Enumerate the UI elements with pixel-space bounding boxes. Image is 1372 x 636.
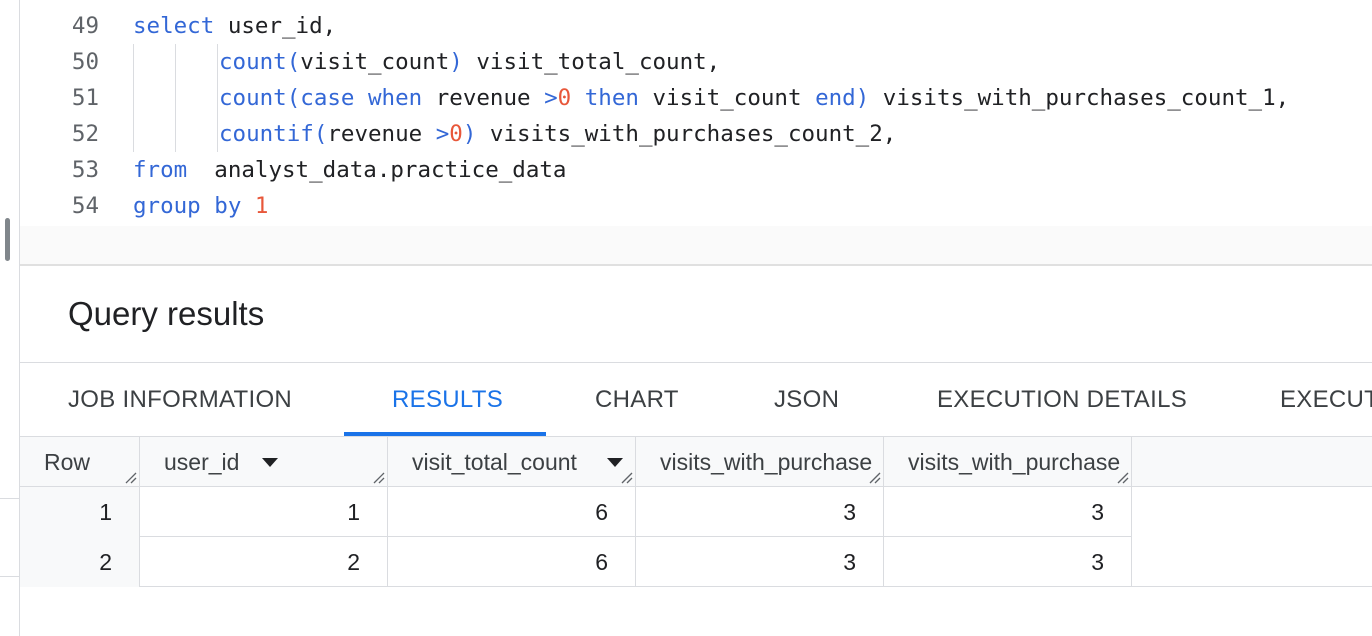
code-line[interactable]: 49 select user_id, [20,8,1372,44]
table-empty-area [1132,437,1372,587]
column-header-row[interactable]: Row [20,437,140,487]
indent-guide [217,80,218,116]
code-text: count(visit_count) visit_total_count, [219,44,720,80]
editor-results-divider[interactable] [20,264,1372,266]
column-header-visit-total-count[interactable]: visit_total_count [388,437,636,487]
table-cell[interactable]: 3 [884,537,1132,587]
code-text: count(case when revenue >0 then visit_co… [219,80,1289,116]
tab-execution-details[interactable]: EXECUTION DETAILS [937,363,1187,436]
left-gutter [0,0,20,636]
gutter-divider [0,576,20,577]
line-number: 50 [71,49,99,75]
sql-keyword: countif( [219,121,328,147]
row-number-cell: 1 [20,487,140,537]
scrollbar-handle[interactable] [5,218,10,261]
indent-guide [133,80,134,116]
column-header-label: Row [44,449,91,475]
tab-chart[interactable]: CHART [595,363,679,436]
resize-handle-icon[interactable] [371,470,385,484]
column-header-label: visits_with_purchase [908,449,1121,475]
sql-editor[interactable]: 49 select user_id, 50 count(visit_count) vi… [20,0,1372,226]
code-line[interactable]: 52 countif(revenue >0) visits_with_purcha… [20,116,1372,152]
table-cell[interactable]: 6 [388,487,636,537]
indent-guide [133,44,134,80]
column-header-label: visit_total_count [412,449,577,475]
resize-handle-icon[interactable] [867,470,881,484]
sql-keyword: then [571,85,639,111]
sql-number: 1 [254,193,269,219]
sql-token: analyst_data.practice_data [187,157,567,183]
code-text: from analyst_data.practice_data [133,152,566,188]
line-number: 51 [71,85,99,111]
sql-keyword: from [133,157,188,183]
sql-token: visits_with_purchases_count_2, [476,121,897,147]
tab-results[interactable]: RESULTS [392,363,503,436]
code-line[interactable]: 53 from analyst_data.practice_data [20,152,1372,188]
table-row[interactable]: 2 2 6 3 3 [20,537,1132,587]
column-header-visits-with-purchases-1[interactable]: visits_with_purchase [636,437,884,487]
editor-empty-area [20,226,1372,264]
column-header-label: user_id [164,449,240,475]
sql-keyword: group by [133,193,242,219]
table-cell[interactable]: 3 [884,487,1132,537]
code-text: group by 1 [133,188,268,224]
gutter-divider [0,498,20,499]
sql-number: 0 [449,121,463,147]
header-filler [1132,437,1372,487]
table-cell[interactable]: 3 [636,537,884,587]
code-line[interactable]: 50 count(visit_count) visit_total_count, [20,44,1372,80]
sql-token: user_id, [214,13,337,39]
sql-keyword: > [544,85,558,111]
code-text: countif(revenue >0) visits_with_purchase… [219,116,896,152]
sql-token: revenue [422,85,545,111]
sql-token: visits_with_purchases_count_1, [869,85,1290,111]
sql-keyword: > [435,121,450,147]
row-number-cell: 2 [20,537,140,587]
indent-guide [175,116,176,152]
table-cell[interactable]: 2 [140,537,388,587]
indent-guide [217,116,218,152]
sql-keyword: ) [462,121,477,147]
code-text: select user_id, [133,8,336,44]
table-header-row: Row user_id visit_total_count visits_wit… [20,437,1132,487]
sql-keyword: select [133,13,215,39]
sql-keyword: end) [815,85,870,111]
table-cell[interactable]: 3 [636,487,884,537]
resize-handle-icon[interactable] [619,470,633,484]
caret-down-icon[interactable] [607,458,623,467]
query-results-title: Query results [68,295,265,332]
indent-guide [133,116,134,152]
line-number: 52 [71,121,99,147]
tab-execution-graph[interactable]: EXECUT [1280,363,1372,436]
line-number: 54 [71,193,99,219]
tab-json[interactable]: JSON [774,363,839,436]
code-line[interactable]: 54 group by 1 [20,188,1372,224]
sql-token: revenue [327,121,436,147]
column-header-user-id[interactable]: user_id [140,437,388,487]
line-number: 53 [71,157,99,183]
sql-token: visit_count [300,49,450,75]
results-tabs: JOB INFORMATION RESULTS CHART JSON EXECU… [20,363,1372,436]
sql-number: 0 [557,85,572,111]
resize-handle-icon[interactable] [123,470,137,484]
indent-guide [217,44,218,80]
sql-keyword: ) [449,49,463,75]
sql-token: visit_total_count, [462,49,721,75]
column-header-visits-with-purchases-2[interactable]: visits_with_purchase [884,437,1132,487]
table-cell[interactable]: 6 [388,537,636,587]
sql-token: visit_count [638,85,816,111]
indent-guide [175,80,176,116]
sql-keyword: count(case when [219,85,423,111]
code-line[interactable]: 51 count(case when revenue >0 then visit_… [20,80,1372,116]
resize-handle-icon[interactable] [1115,470,1129,484]
column-header-label: visits_with_purchase [660,449,873,475]
indent-guide [175,44,176,80]
tab-job-information[interactable]: JOB INFORMATION [68,363,292,436]
caret-down-icon[interactable] [262,458,278,467]
table-cell[interactable]: 1 [140,487,388,537]
table-row[interactable]: 1 1 6 3 3 [20,487,1132,537]
line-number: 49 [71,13,99,39]
sql-keyword: count( [219,49,301,75]
